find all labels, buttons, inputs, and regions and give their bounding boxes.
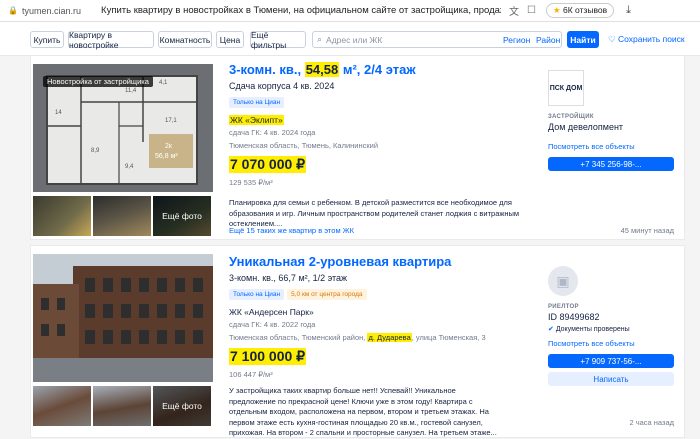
phone-button[interactable]: +7 345 256-98-... bbox=[548, 157, 674, 171]
photo-thumb[interactable] bbox=[33, 196, 91, 236]
search-placeholder: Адрес или ЖК bbox=[326, 34, 383, 45]
search-icon: ⌕ bbox=[317, 34, 323, 44]
seller-name[interactable]: ID 89499682 bbox=[548, 312, 678, 322]
save-search-label: Сохранить поиск bbox=[618, 34, 685, 44]
rooms-filter-button[interactable]: Комнатность bbox=[158, 31, 212, 48]
search-input[interactable]: ⌕ Адрес или ЖК Регион Район bbox=[312, 31, 562, 48]
photo-thumb[interactable] bbox=[93, 196, 151, 236]
photo-thumb[interactable] bbox=[93, 386, 151, 426]
cian-only-tag: Только на Циан bbox=[229, 97, 285, 108]
phone-button[interactable]: +7 909 737-56-... bbox=[548, 354, 674, 368]
floor-plan-image[interactable]: 4,1 14 11,4 8,9 9,4 17,1 2к 56,8 м² Ново… bbox=[33, 64, 213, 192]
listing-description: У застройщика таких квартир больше нет!!… bbox=[229, 386, 497, 437]
plan-room-label: 8,9 bbox=[91, 148, 100, 154]
price-per-meter: 106 447 ₽/м² bbox=[229, 370, 273, 379]
reviews-count: 6К отзывов bbox=[563, 5, 608, 15]
listing-card-1[interactable]: 4,1 14 11,4 8,9 9,4 17,1 2к 56,8 м² Ново… bbox=[30, 56, 685, 240]
view-all-link[interactable]: Посмотреть все объекты bbox=[548, 142, 678, 151]
plan-room-label: 17,1 bbox=[165, 118, 177, 124]
plan-room-label: 11,4 bbox=[125, 88, 137, 94]
title-prefix: 3-комн. кв., bbox=[229, 62, 305, 77]
seller-label: РИЕЛТОР bbox=[548, 304, 579, 310]
distance-tag: 5,0 км от центра города bbox=[287, 289, 367, 300]
completion-date: Сдача корпуса 4 кв. 2024 bbox=[229, 81, 335, 91]
complex-name[interactable]: ЖК «Андерсен Парк» bbox=[229, 307, 486, 317]
plan-area-label: 2к bbox=[165, 143, 173, 150]
title-suffix: м², 2/4 этаж bbox=[339, 62, 416, 77]
price-per-meter: 129 535 ₽/м² bbox=[229, 178, 273, 187]
address-part: , улица Тюменская, 3 bbox=[411, 333, 486, 342]
browser-domain[interactable]: tyumen.cian.ru bbox=[22, 6, 81, 16]
verified-badge: ✔ Документы проверены bbox=[548, 325, 678, 333]
listing-description: Планировка для семьи с ребенком. В детск… bbox=[229, 198, 520, 228]
seller-label: ЗАСТРОЙЩИК bbox=[548, 114, 594, 120]
lock-icon: 🔒 bbox=[8, 6, 18, 15]
listing-info: Уникальная 2-уровневая квартира 3-комн. … bbox=[229, 254, 486, 379]
browser-page-title: Купить квартиру в новостройках в Тюмени,… bbox=[101, 5, 502, 16]
listing-title[interactable]: 3-комн. кв., 54,58 м², 2/4 этаж bbox=[229, 62, 416, 77]
photo-thumb[interactable]: Ещё фото bbox=[153, 196, 211, 236]
seller-panel: ▣ РИЕЛТОР ID 89499682 ✔ Документы провер… bbox=[548, 266, 678, 386]
newbuild-badge: Новостройка от застройщика bbox=[43, 76, 153, 87]
thumb-strip: Ещё фото bbox=[33, 196, 211, 236]
listing-address[interactable]: Тюменская область, Тюмень, Калининский bbox=[229, 141, 416, 150]
plan-room-label: 4,1 bbox=[159, 80, 168, 86]
write-button[interactable]: Написать bbox=[548, 372, 674, 386]
seller-name[interactable]: Дом девелопмент bbox=[548, 122, 678, 132]
photo-thumb[interactable] bbox=[33, 386, 91, 426]
filter-bar: Купить Квартиру в новостройке Комнатност… bbox=[0, 22, 700, 56]
buy-filter-button[interactable]: Купить bbox=[30, 31, 64, 48]
listing-price: 7 100 000 ₽ bbox=[229, 348, 307, 365]
browser-bar: 🔒 tyumen.cian.ru Купить квартиру в новос… bbox=[0, 0, 700, 22]
more-filters-button[interactable]: Ещё фильтры bbox=[250, 30, 306, 50]
posted-time: 45 минут назад bbox=[620, 226, 674, 235]
heart-icon: ♡ bbox=[608, 34, 616, 44]
complex-meta: сдача ГК: 4 кв. 2022 года bbox=[229, 320, 316, 329]
complex-link[interactable]: ЖК «Эклипт» bbox=[229, 115, 416, 125]
price-filter-button[interactable]: Цена bbox=[216, 31, 244, 48]
plan-room-label: 14 bbox=[55, 110, 62, 116]
translate-icon[interactable]: 文 bbox=[509, 3, 519, 18]
complex-name: ЖК «Эклипт» bbox=[229, 115, 284, 125]
seller-panel: ПСК ДОМ ЗАСТРОЙЩИК Дом девелопмент Посмо… bbox=[548, 70, 678, 171]
listing-info: 3-комн. кв., 54,58 м², 2/4 этаж Сдача ко… bbox=[229, 62, 416, 187]
cian-only-tag: Только на Циан bbox=[229, 289, 285, 300]
address-part: Тюменская область, Тюменский район, bbox=[229, 333, 368, 342]
thumb-strip: Ещё фото bbox=[33, 386, 211, 426]
reviews-badge[interactable]: ★ 6К отзывов bbox=[546, 3, 615, 18]
verified-label: Документы проверены bbox=[555, 326, 630, 333]
star-icon: ★ bbox=[553, 5, 561, 15]
building-drawing bbox=[33, 254, 213, 382]
title-area: 54,58 bbox=[304, 62, 340, 77]
plan-area-value: 56,8 м² bbox=[155, 153, 178, 160]
listing-card-2[interactable]: Ещё фото Уникальная 2-уровневая квартира… bbox=[30, 245, 685, 438]
listing-address[interactable]: Тюменская область, Тюменский район, д. Д… bbox=[229, 333, 486, 342]
similar-link[interactable]: Ещё 15 таких же квартир в этом ЖК bbox=[229, 226, 354, 235]
plan-room-label: 9,4 bbox=[125, 164, 134, 170]
newbuild-filter-button[interactable]: Квартиру в новостройке bbox=[68, 30, 154, 50]
briefcase-icon: ▣ bbox=[548, 266, 578, 296]
save-search-button[interactable]: ♡ Сохранить поиск bbox=[608, 34, 685, 45]
listing-title[interactable]: Уникальная 2-уровневая квартира bbox=[229, 254, 486, 269]
listing-subtitle: 3-комн. кв., 66,7 м², 1/2 этаж bbox=[229, 273, 348, 283]
rayon-link[interactable]: Район bbox=[536, 35, 560, 45]
address-village: д. Дударева bbox=[367, 333, 412, 342]
view-all-link[interactable]: Посмотреть все объекты bbox=[548, 339, 678, 348]
check-icon: ✔ bbox=[548, 326, 554, 333]
more-photos-button[interactable]: Ещё фото bbox=[153, 386, 211, 426]
developer-logo[interactable]: ПСК ДОМ bbox=[548, 70, 584, 106]
building-image[interactable] bbox=[33, 254, 213, 382]
bookmark-icon[interactable]: ☐ bbox=[527, 5, 536, 16]
posted-time: 2 часа назад bbox=[629, 418, 674, 427]
download-icon[interactable]: ⤓ bbox=[626, 4, 631, 17]
more-photos-button[interactable]: Ещё фото bbox=[153, 196, 211, 236]
photo-thumb[interactable]: Ещё фото bbox=[153, 386, 211, 426]
listing-price: 7 070 000 ₽ bbox=[229, 156, 307, 173]
region-link[interactable]: Регион bbox=[503, 35, 530, 45]
complex-meta: сдача ГК: 4 кв. 2024 года bbox=[229, 128, 316, 137]
find-button[interactable]: Найти bbox=[567, 31, 599, 48]
